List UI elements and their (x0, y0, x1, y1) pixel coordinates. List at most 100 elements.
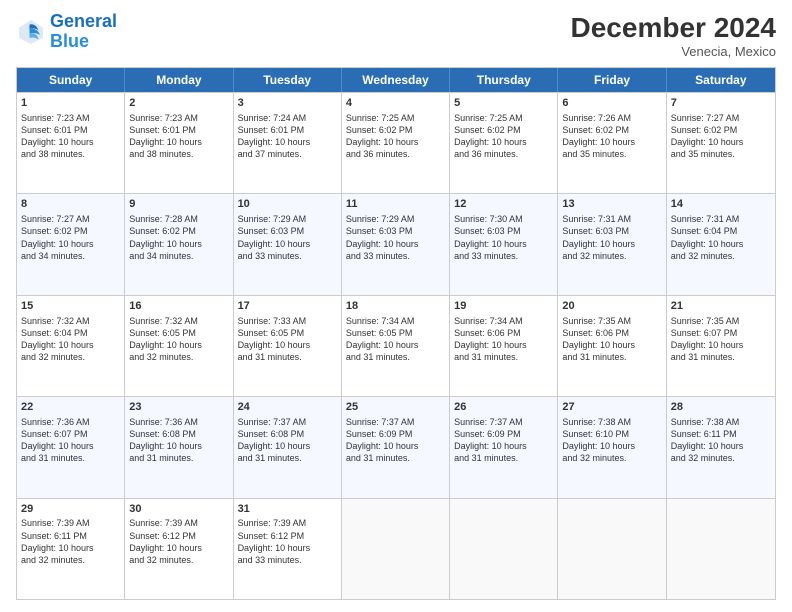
page: General Blue December 2024 Venecia, Mexi… (0, 0, 792, 612)
day-info: Daylight: 10 hours (238, 339, 337, 351)
calendar-cell-2-1: 8Sunrise: 7:27 AMSunset: 6:02 PMDaylight… (17, 194, 125, 294)
day-number: 12 (454, 197, 553, 212)
calendar-cell-4-5: 26Sunrise: 7:37 AMSunset: 6:09 PMDayligh… (450, 397, 558, 497)
day-info: Daylight: 10 hours (129, 136, 228, 148)
day-info: Sunset: 6:04 PM (671, 225, 771, 237)
day-number: 27 (562, 400, 661, 415)
day-info: and 35 minutes. (562, 148, 661, 160)
day-info: Daylight: 10 hours (21, 339, 120, 351)
day-info: Daylight: 10 hours (346, 238, 445, 250)
day-info: and 31 minutes. (129, 452, 228, 464)
header-tuesday: Tuesday (234, 68, 342, 92)
day-info: and 34 minutes. (129, 250, 228, 262)
calendar-row-4: 22Sunrise: 7:36 AMSunset: 6:07 PMDayligh… (17, 396, 775, 497)
day-info: Sunrise: 7:31 AM (562, 213, 661, 225)
day-info: Daylight: 10 hours (454, 339, 553, 351)
calendar-row-3: 15Sunrise: 7:32 AMSunset: 6:04 PMDayligh… (17, 295, 775, 396)
day-info: Sunset: 6:07 PM (21, 428, 120, 440)
title-block: December 2024 Venecia, Mexico (571, 12, 776, 59)
header-saturday: Saturday (667, 68, 775, 92)
calendar-row-1: 1Sunrise: 7:23 AMSunset: 6:01 PMDaylight… (17, 92, 775, 193)
calendar-cell-2-7: 14Sunrise: 7:31 AMSunset: 6:04 PMDayligh… (667, 194, 775, 294)
day-info: Sunset: 6:11 PM (21, 530, 120, 542)
calendar-cell-4-6: 27Sunrise: 7:38 AMSunset: 6:10 PMDayligh… (558, 397, 666, 497)
day-info: Sunrise: 7:34 AM (346, 315, 445, 327)
day-number: 11 (346, 197, 445, 212)
day-info: Sunset: 6:03 PM (346, 225, 445, 237)
day-info: Daylight: 10 hours (454, 238, 553, 250)
day-number: 24 (238, 400, 337, 415)
day-info: Daylight: 10 hours (129, 440, 228, 452)
day-info: Daylight: 10 hours (562, 339, 661, 351)
day-info: Sunrise: 7:37 AM (238, 416, 337, 428)
day-info: Daylight: 10 hours (129, 238, 228, 250)
day-info: Sunset: 6:09 PM (454, 428, 553, 440)
day-info: Daylight: 10 hours (671, 238, 771, 250)
day-info: Sunrise: 7:23 AM (129, 112, 228, 124)
day-info: Sunset: 6:01 PM (238, 124, 337, 136)
day-info: and 33 minutes. (454, 250, 553, 262)
day-info: and 32 minutes. (21, 351, 120, 363)
day-info: and 38 minutes. (21, 148, 120, 160)
day-info: Sunset: 6:05 PM (238, 327, 337, 339)
calendar-row-2: 8Sunrise: 7:27 AMSunset: 6:02 PMDaylight… (17, 193, 775, 294)
day-info: Daylight: 10 hours (346, 136, 445, 148)
day-info: and 33 minutes. (346, 250, 445, 262)
day-number: 26 (454, 400, 553, 415)
day-info: Sunset: 6:05 PM (129, 327, 228, 339)
day-number: 18 (346, 299, 445, 314)
day-info: Sunrise: 7:25 AM (454, 112, 553, 124)
calendar-cell-2-2: 9Sunrise: 7:28 AMSunset: 6:02 PMDaylight… (125, 194, 233, 294)
calendar-cell-3-6: 20Sunrise: 7:35 AMSunset: 6:06 PMDayligh… (558, 296, 666, 396)
day-info: and 31 minutes. (238, 351, 337, 363)
day-info: and 31 minutes. (454, 452, 553, 464)
day-info: Sunset: 6:09 PM (346, 428, 445, 440)
day-number: 28 (671, 400, 771, 415)
calendar-cell-1-1: 1Sunrise: 7:23 AMSunset: 6:01 PMDaylight… (17, 93, 125, 193)
day-info: Sunrise: 7:39 AM (238, 517, 337, 529)
header-thursday: Thursday (450, 68, 558, 92)
day-info: Sunrise: 7:27 AM (21, 213, 120, 225)
day-info: Daylight: 10 hours (562, 440, 661, 452)
calendar-cell-2-4: 11Sunrise: 7:29 AMSunset: 6:03 PMDayligh… (342, 194, 450, 294)
day-info: Sunrise: 7:27 AM (671, 112, 771, 124)
day-number: 31 (238, 502, 337, 517)
calendar-cell-1-7: 7Sunrise: 7:27 AMSunset: 6:02 PMDaylight… (667, 93, 775, 193)
day-info: Daylight: 10 hours (129, 542, 228, 554)
day-number: 7 (671, 96, 771, 111)
day-info: Sunset: 6:12 PM (238, 530, 337, 542)
calendar-cell-2-3: 10Sunrise: 7:29 AMSunset: 6:03 PMDayligh… (234, 194, 342, 294)
day-info: and 33 minutes. (238, 554, 337, 566)
day-info: Daylight: 10 hours (346, 339, 445, 351)
day-info: Daylight: 10 hours (562, 238, 661, 250)
calendar-cell-3-7: 21Sunrise: 7:35 AMSunset: 6:07 PMDayligh… (667, 296, 775, 396)
day-info: Sunset: 6:10 PM (562, 428, 661, 440)
calendar-cell-5-6 (558, 499, 666, 599)
calendar-header: Sunday Monday Tuesday Wednesday Thursday… (17, 68, 775, 92)
header-monday: Monday (125, 68, 233, 92)
day-info: Sunset: 6:06 PM (454, 327, 553, 339)
calendar-cell-4-1: 22Sunrise: 7:36 AMSunset: 6:07 PMDayligh… (17, 397, 125, 497)
day-info: Sunrise: 7:32 AM (21, 315, 120, 327)
day-info: and 31 minutes. (238, 452, 337, 464)
location: Venecia, Mexico (571, 44, 776, 59)
day-number: 6 (562, 96, 661, 111)
day-number: 8 (21, 197, 120, 212)
day-info: Sunrise: 7:29 AM (238, 213, 337, 225)
day-info: Daylight: 10 hours (21, 542, 120, 554)
day-info: Sunset: 6:02 PM (454, 124, 553, 136)
day-number: 2 (129, 96, 228, 111)
calendar-cell-5-4 (342, 499, 450, 599)
calendar-cell-3-5: 19Sunrise: 7:34 AMSunset: 6:06 PMDayligh… (450, 296, 558, 396)
day-info: Sunrise: 7:26 AM (562, 112, 661, 124)
calendar-cell-5-7 (667, 499, 775, 599)
day-info: and 33 minutes. (238, 250, 337, 262)
day-info: and 32 minutes. (129, 554, 228, 566)
calendar-body: 1Sunrise: 7:23 AMSunset: 6:01 PMDaylight… (17, 92, 775, 599)
day-info: Daylight: 10 hours (346, 440, 445, 452)
day-info: Daylight: 10 hours (671, 136, 771, 148)
day-info: and 37 minutes. (238, 148, 337, 160)
day-info: Daylight: 10 hours (671, 339, 771, 351)
calendar-cell-1-6: 6Sunrise: 7:26 AMSunset: 6:02 PMDaylight… (558, 93, 666, 193)
day-info: and 32 minutes. (562, 452, 661, 464)
